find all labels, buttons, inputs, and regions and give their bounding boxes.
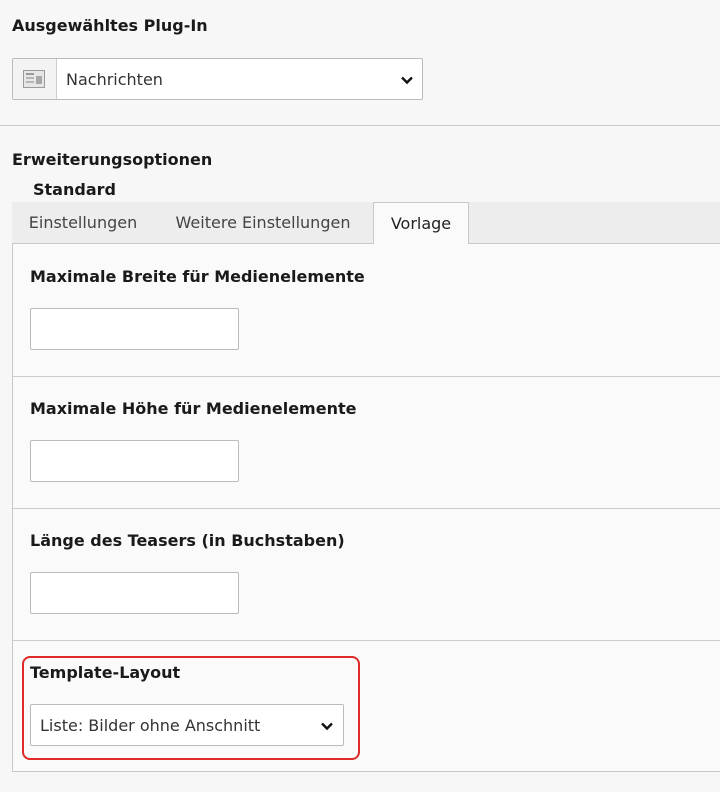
field-divider <box>13 508 720 509</box>
chevron-down-icon <box>401 76 413 85</box>
teaser-length-input[interactable] <box>30 572 239 614</box>
max-media-width-label: Maximale Breite für Medienelemente <box>30 267 365 286</box>
plugin-select-value: Nachrichten <box>66 70 163 89</box>
sheet-title: Standard <box>33 180 116 199</box>
max-media-width-input[interactable] <box>30 308 239 350</box>
plugin-icon-cell <box>13 59 57 99</box>
tab-weitere-einstellungen[interactable]: Weitere Einstellungen <box>162 202 364 244</box>
selected-plugin-label: Ausgewähltes Plug-In <box>12 16 208 35</box>
max-media-height-label: Maximale Höhe für Medienelemente <box>30 399 357 418</box>
tab-bar: Einstellungen Weitere Einstellungen Vorl… <box>12 202 720 245</box>
field-divider <box>13 376 720 377</box>
section-divider <box>0 125 720 126</box>
max-media-height-input[interactable] <box>30 440 239 482</box>
plugin-select[interactable]: Nachrichten <box>12 58 423 100</box>
highlight-frame <box>22 656 360 760</box>
teaser-length-label: Länge des Teasers (in Buchstaben) <box>30 531 345 550</box>
tab-einstellungen[interactable]: Einstellungen <box>12 202 154 244</box>
extension-options-label: Erweiterungsoptionen <box>12 150 213 169</box>
tab-vorlage[interactable]: Vorlage <box>373 202 469 245</box>
field-divider <box>13 640 720 641</box>
plugin-icon <box>23 70 45 88</box>
